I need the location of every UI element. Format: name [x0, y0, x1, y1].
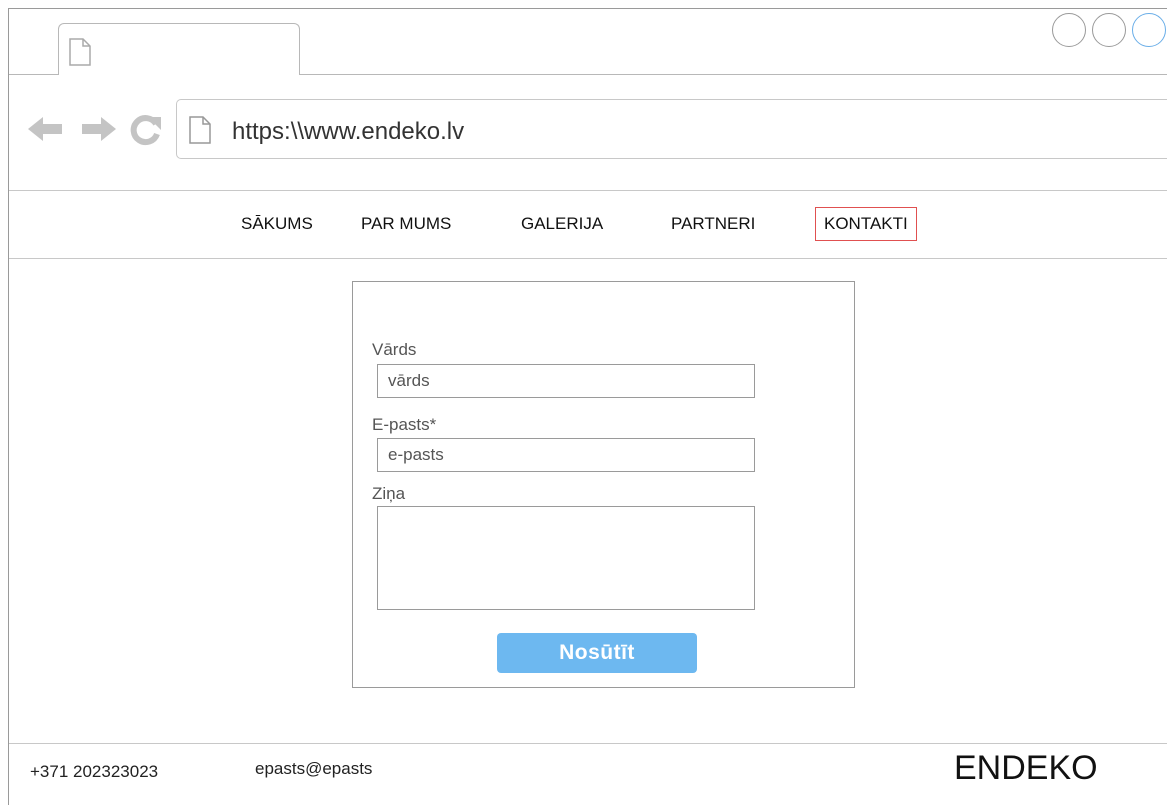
footer-phone: +371 202323023 — [30, 762, 159, 781]
nav-divider — [9, 258, 1167, 259]
footer-email[interactable]: epasts@epasts — [255, 759, 372, 779]
forward-arrow-icon[interactable] — [80, 114, 118, 144]
browser-tab[interactable] — [58, 23, 300, 75]
message-textarea[interactable] — [377, 506, 755, 610]
name-input[interactable] — [377, 364, 755, 398]
contact-form: Vārds E-pasts* Ziņa Nosūtīt — [352, 281, 855, 688]
email-input[interactable] — [377, 438, 755, 472]
url-text: https:\\www.endeko.lv — [232, 118, 465, 145]
nav-item-kontakti[interactable]: KONTAKTI — [815, 207, 917, 241]
nav-item-partneri[interactable]: PARTNERI — [671, 208, 755, 240]
tab-strip-divider — [9, 74, 59, 75]
address-bar[interactable]: https:\\www.endeko.lv — [176, 99, 1167, 159]
window-button-icon[interactable] — [1092, 13, 1126, 47]
back-arrow-icon[interactable] — [26, 114, 64, 144]
nav-item-galerija[interactable]: GALERIJA — [521, 208, 603, 240]
footer-divider — [9, 743, 1167, 744]
brand-logo: ENDEKO — [954, 749, 1098, 787]
window-button-icon[interactable] — [1052, 13, 1086, 47]
page-icon — [189, 116, 211, 144]
nav-item-sakums[interactable]: SĀKUMS — [241, 208, 313, 240]
window-button-icon[interactable] — [1132, 13, 1166, 47]
document-icon — [69, 38, 91, 66]
toolbar-divider — [9, 190, 1167, 191]
reload-icon[interactable] — [130, 114, 162, 146]
email-label: E-pasts* — [372, 415, 437, 434]
message-label: Ziņa — [372, 484, 406, 503]
name-label: Vārds — [372, 340, 417, 359]
submit-button[interactable]: Nosūtīt — [497, 633, 697, 673]
tab-strip-divider — [300, 74, 1167, 75]
nav-item-par-mums[interactable]: PAR MUMS — [361, 208, 451, 240]
